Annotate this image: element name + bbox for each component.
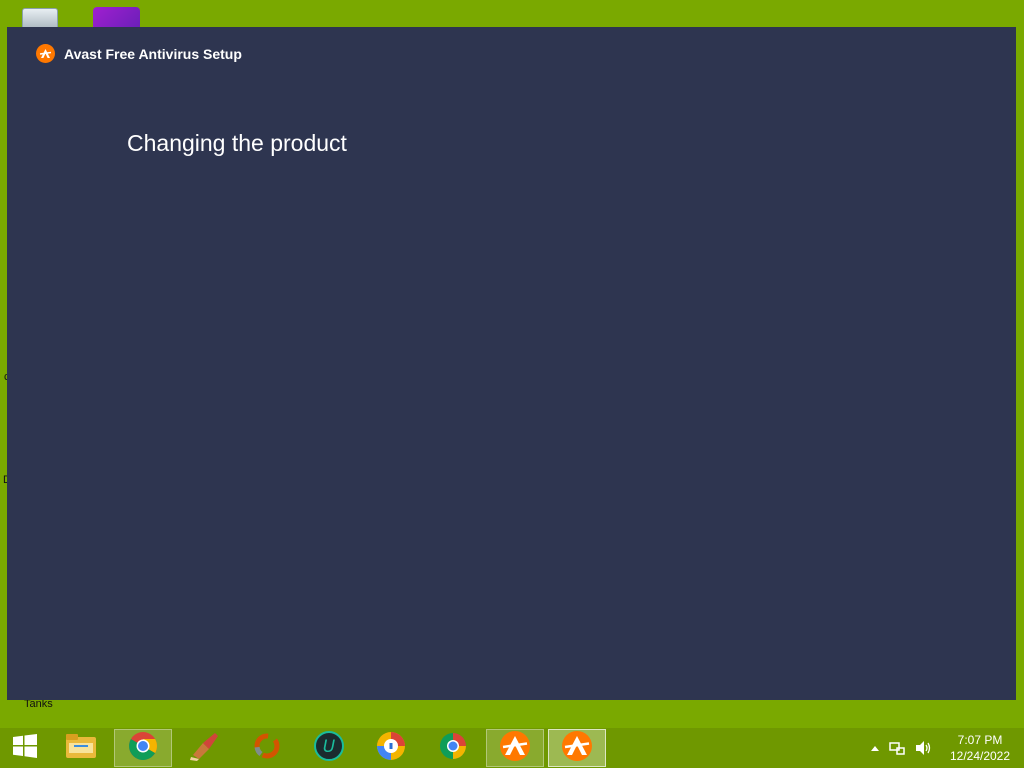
taskbar-browser-2[interactable] [424, 729, 482, 767]
chromium-icon [439, 732, 467, 765]
chrome-icon [128, 731, 158, 766]
avast-logo-icon [36, 44, 55, 63]
ring-icon [252, 731, 282, 766]
status-heading: Changing the product [127, 130, 347, 156]
network-icon[interactable] [888, 740, 906, 756]
taskbar-file-explorer[interactable] [52, 729, 110, 767]
shield-browser-icon [376, 731, 406, 766]
ccleaner-icon [189, 731, 221, 766]
window-titlebar: Avast Free Antivirus Setup [36, 44, 242, 63]
taskbar-secure-browser[interactable] [362, 729, 420, 767]
clock-date: 12/24/2022 [949, 749, 1011, 763]
folder-icon [65, 733, 97, 764]
taskbar-clock[interactable]: 7:07 PM 12/24/2022 [936, 732, 1024, 764]
avast-icon [561, 730, 593, 767]
taskbar-app-ring[interactable] [238, 729, 296, 767]
system-tray: 7:07 PM 12/24/2022 [866, 728, 1024, 768]
taskbar: U 7:07 PM 12/24/2022 [0, 728, 1024, 768]
desktop-app-icon[interactable] [93, 7, 140, 29]
avast-icon [499, 730, 531, 767]
recycle-bin-icon[interactable] [22, 8, 58, 29]
taskbar-ucbrowser[interactable]: U [300, 729, 358, 767]
taskbar-ccleaner[interactable] [176, 729, 234, 767]
clock-time: 7:07 PM [957, 733, 1003, 747]
start-button[interactable] [0, 729, 50, 767]
taskbar-chrome[interactable] [114, 729, 172, 767]
window-title: Avast Free Antivirus Setup [64, 45, 242, 62]
show-hidden-icons-chevron-up-icon[interactable] [870, 744, 880, 752]
windows-logo-icon [12, 733, 38, 763]
taskbar-avast-1[interactable] [486, 729, 544, 767]
volume-icon[interactable] [914, 740, 932, 756]
svg-text:U: U [323, 737, 336, 757]
taskbar-avast-2[interactable] [548, 729, 606, 767]
u-icon: U [314, 730, 344, 766]
avast-setup-window: Avast Free Antivirus Setup Changing the … [7, 27, 1016, 700]
